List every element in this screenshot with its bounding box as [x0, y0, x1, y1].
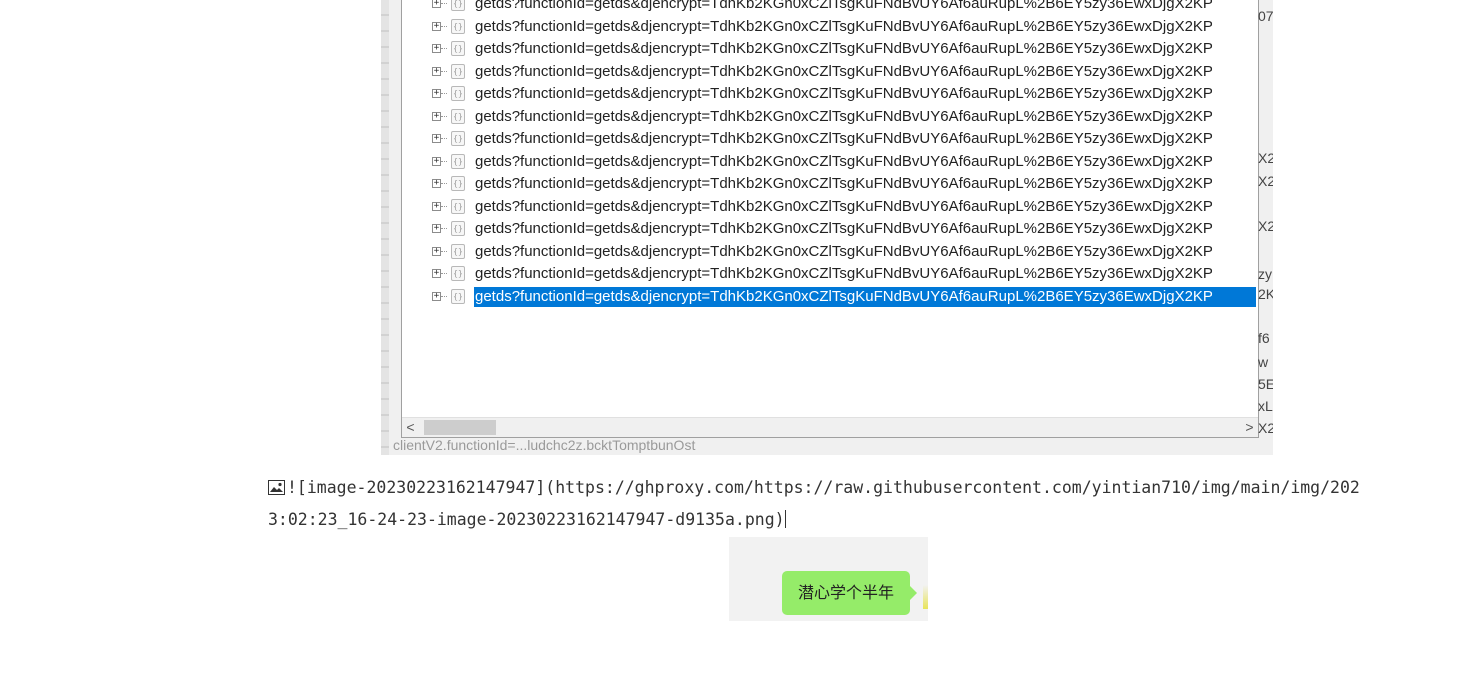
background-text-fragment: X2: [1258, 218, 1273, 234]
background-window-edge: [381, 0, 389, 455]
tree-row[interactable]: + {} getds?functionId=getds&djencrypt=TdhK…: [402, 16, 1258, 39]
expand-plus-icon[interactable]: +: [432, 44, 447, 53]
scroll-left-arrow[interactable]: <: [402, 418, 419, 437]
tree-row[interactable]: + {} getds?functionId=getds&djencrypt=TdhK…: [402, 106, 1258, 129]
tree-row[interactable]: + {} getds?functionId=getds&djencrypt=TdhK…: [402, 196, 1258, 219]
json-node-icon: {}: [451, 198, 465, 214]
expand-plus-icon[interactable]: +: [432, 89, 447, 98]
tree-row-label: getds?functionId=getds&djencrypt=TdhKb2K…: [475, 242, 1213, 260]
tree-row-label: getds?functionId=getds&djencrypt=TdhKb2K…: [475, 40, 1213, 57]
tree-row-label: getds?functionId=getds&djencrypt=TdhKb2K…: [475, 220, 1213, 237]
tree-row[interactable]: + {} getds?functionId=getds&djencrypt=TdhK…: [402, 0, 1258, 16]
markdown-line-2: 3:02:23_16-24-23-image-20230223162147947…: [268, 504, 1473, 536]
expand-plus-icon[interactable]: +: [432, 201, 447, 211]
tree-row[interactable]: + {} getds?functionId=getds&djencrypt=TdhK…: [402, 83, 1258, 106]
markdown-line-1: ![image-20230223162147947](https://ghpro…: [268, 472, 1473, 504]
json-node-icon: {}: [451, 153, 465, 169]
markdown-image-syntax-part2: 3:02:23_16-24-23-image-20230223162147947…: [268, 510, 785, 529]
json-node-icon: {}: [451, 176, 465, 191]
sticker-edge: [923, 585, 928, 609]
scroll-right-arrow[interactable]: >: [1241, 418, 1258, 437]
tree-row-label: getds?functionId=getds&djencrypt=TdhKb2K…: [475, 62, 1213, 80]
background-text-fragment: xL: [1258, 398, 1273, 414]
chat-bubble: 潜心学个半年: [782, 571, 917, 615]
tree-row[interactable]: + {} getds?functionId=getds&djencrypt=TdhK…: [402, 128, 1258, 151]
tree-row[interactable]: + {} getds?functionId=getds&djencrypt=TdhK…: [402, 61, 1258, 84]
json-node-icon: {}: [451, 0, 465, 11]
tree-row[interactable]: + {} getds?functionId=getds&djencrypt=TdhK…: [402, 241, 1258, 264]
tree-row[interactable]: + {} getds?functionId=getds&djencrypt=TdhK…: [402, 218, 1258, 241]
tree-row-label: getds?functionId=getds&djencrypt=TdhKb2K…: [475, 175, 1213, 192]
background-text-fragment: f6: [1258, 330, 1270, 346]
json-node-icon: {}: [451, 18, 465, 34]
tree-row[interactable]: + {} getds?functionId=getds&djencrypt=TdhK…: [402, 38, 1258, 61]
background-window-fragments: 07 X2 X2 X2 zy 2K f6 w 5E xL X2: [1258, 0, 1273, 455]
background-text-fragment: w: [1258, 354, 1269, 370]
tree-row[interactable]: + {} getds?functionId=getds&djencrypt=TdhK…: [402, 173, 1258, 196]
json-node-icon: {}: [451, 63, 465, 79]
tree-row-label: getds?functionId=getds&djencrypt=TdhKb2K…: [475, 0, 1213, 12]
background-text-fragment: X2: [1258, 150, 1273, 166]
json-node-icon: {}: [451, 41, 465, 56]
json-node-icon: {}: [451, 221, 465, 236]
tree-view[interactable]: + {} getds?functionId=getds&djencrypt=TdhK…: [401, 0, 1259, 438]
tree-row[interactable]: + {} getds?functionId=getds&djencrypt=TdhK…: [402, 286, 1258, 309]
partial-background-text: clientV2.functionId=...ludchc2z.bcktTomp…: [393, 437, 696, 453]
background-text-fragment: zy: [1258, 266, 1272, 282]
expand-plus-icon[interactable]: +: [432, 269, 447, 278]
json-node-icon: {}: [451, 108, 465, 124]
horizontal-scrollbar[interactable]: < >: [402, 417, 1258, 437]
tree-row-label: getds?functionId=getds&djencrypt=TdhKb2K…: [475, 152, 1213, 170]
background-text-fragment: X2: [1258, 420, 1273, 436]
expand-plus-icon[interactable]: +: [432, 0, 447, 8]
expand-plus-icon[interactable]: +: [432, 224, 447, 233]
expand-plus-icon[interactable]: +: [432, 111, 447, 121]
json-node-icon: {}: [451, 86, 465, 101]
expand-plus-icon[interactable]: +: [432, 134, 447, 143]
expand-plus-icon[interactable]: +: [432, 156, 447, 166]
background-text-fragment: 5E: [1258, 376, 1273, 392]
expand-plus-icon[interactable]: +: [432, 291, 447, 301]
tree-row-label: getds?functionId=getds&djencrypt=TdhKb2K…: [475, 130, 1213, 147]
expand-plus-icon[interactable]: +: [432, 246, 447, 256]
tree-row-label: getds?functionId=getds&djencrypt=TdhKb2K…: [474, 286, 1256, 307]
tree-row-label: getds?functionId=getds&djencrypt=TdhKb2K…: [475, 107, 1213, 125]
markdown-editor-text[interactable]: ![image-20230223162147947](https://ghpro…: [268, 472, 1473, 536]
background-text-fragment: X2: [1258, 173, 1273, 189]
background-text-fragment: 07: [1258, 8, 1273, 24]
json-node-icon: {}: [451, 266, 465, 281]
tree-row[interactable]: + {} getds?functionId=getds&djencrypt=TdhK…: [402, 151, 1258, 174]
markdown-image-syntax-part1: ![image-20230223162147947](https://ghpro…: [287, 478, 1360, 497]
json-node-icon: {}: [451, 243, 465, 259]
embedded-screenshot: + {} getds?functionId=getds&djencrypt=TdhK…: [381, 0, 1273, 455]
json-node-icon: {}: [451, 288, 465, 304]
scroll-thumb[interactable]: [424, 420, 496, 435]
tree-row-label: getds?functionId=getds&djencrypt=TdhKb2K…: [475, 197, 1213, 215]
expand-plus-icon[interactable]: +: [432, 21, 447, 31]
expand-plus-icon[interactable]: +: [432, 66, 447, 76]
tree-row-label: getds?functionId=getds&djencrypt=TdhKb2K…: [475, 265, 1213, 282]
tree-row-label: getds?functionId=getds&djencrypt=TdhKb2K…: [475, 85, 1213, 102]
background-text-fragment: 2K: [1258, 286, 1273, 302]
expand-plus-icon[interactable]: +: [432, 179, 447, 188]
tree-rows: + {} getds?functionId=getds&djencrypt=TdhK…: [402, 0, 1258, 308]
text-caret: [784, 510, 786, 528]
json-node-icon: {}: [451, 131, 465, 146]
tree-row[interactable]: + {} getds?functionId=getds&djencrypt=TdhK…: [402, 263, 1258, 286]
chat-sticker-image: 潜心学个半年: [729, 537, 928, 621]
image-icon: [268, 480, 285, 495]
tree-row-label: getds?functionId=getds&djencrypt=TdhKb2K…: [475, 17, 1213, 35]
